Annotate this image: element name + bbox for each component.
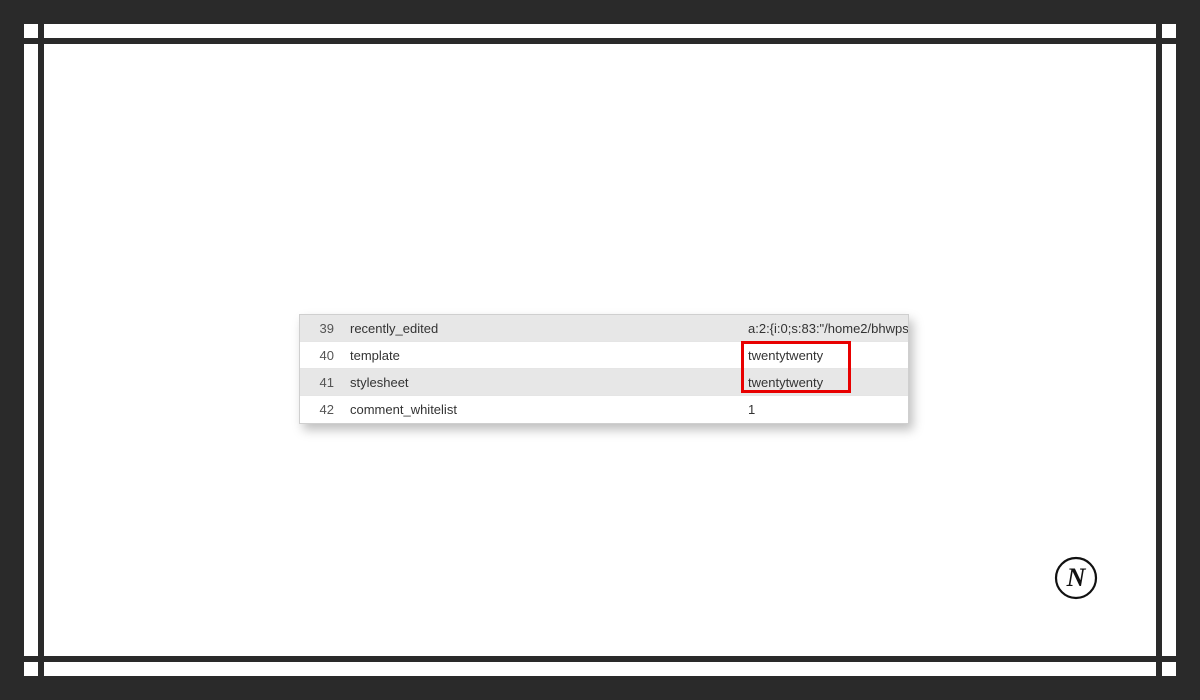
row-key: comment_whitelist <box>344 402 744 417</box>
row-value: a:2:{i:0;s:83:"/home2/bhwpsite/ <box>744 321 908 336</box>
frame-edge-top <box>44 24 1156 38</box>
row-id: 42 <box>300 402 344 417</box>
row-key: recently_edited <box>344 321 744 336</box>
frame-edge-left <box>24 44 38 656</box>
frame-corner <box>1162 662 1176 676</box>
table-row[interactable]: 41 stylesheet twentytwenty <box>300 369 908 396</box>
row-id: 41 <box>300 375 344 390</box>
frame-corner <box>24 662 38 676</box>
frame-corner <box>1162 24 1176 38</box>
table-row[interactable]: 42 comment_whitelist 1 <box>300 396 908 423</box>
logo-letter: N <box>1066 563 1087 592</box>
row-value: twentytwenty <box>744 348 908 363</box>
table-row[interactable]: 40 template twentytwenty <box>300 342 908 369</box>
row-key: template <box>344 348 744 363</box>
frame-edge-right <box>1162 44 1176 656</box>
row-key: stylesheet <box>344 375 744 390</box>
content-panel: 39 recently_edited a:2:{i:0;s:83:"/home2… <box>44 44 1156 656</box>
table-row[interactable]: 39 recently_edited a:2:{i:0;s:83:"/home2… <box>300 315 908 342</box>
row-value: twentytwenty <box>744 375 908 390</box>
db-options-table: 39 recently_edited a:2:{i:0;s:83:"/home2… <box>299 314 909 424</box>
row-value: 1 <box>744 402 908 417</box>
brand-logo-icon: N <box>1054 556 1098 600</box>
frame-corner <box>24 24 38 38</box>
frame-edge-bottom <box>44 662 1156 676</box>
row-id: 39 <box>300 321 344 336</box>
row-id: 40 <box>300 348 344 363</box>
